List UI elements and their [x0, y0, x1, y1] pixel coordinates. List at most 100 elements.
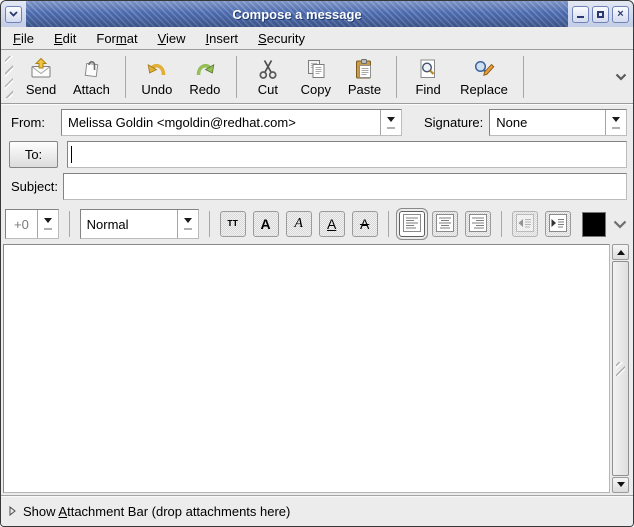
send-button[interactable]: Send: [18, 55, 64, 99]
align-right-button[interactable]: [465, 211, 491, 237]
indent-button[interactable]: [545, 211, 571, 237]
toolbar-grip[interactable]: [5, 56, 13, 98]
attachment-bar-expander[interactable]: Show Attachment Bar (drop attachments he…: [1, 495, 633, 526]
find-button[interactable]: Find: [405, 55, 451, 99]
chevron-down-icon: [613, 220, 627, 229]
format-separator: [209, 211, 210, 237]
menu-bar: File Edit Format View Insert Security: [1, 27, 633, 50]
menu-format[interactable]: Format: [88, 29, 145, 48]
menu-file[interactable]: File: [5, 29, 42, 48]
cut-icon: [256, 57, 280, 81]
scrollbar-thumb[interactable]: [612, 261, 629, 476]
toolbar-separator: [236, 56, 237, 98]
toolbar-overflow-button[interactable]: [613, 71, 629, 83]
from-row: From: Melissa Goldin <mgoldin@redhat.com…: [5, 109, 629, 136]
minimize-icon: [577, 16, 584, 18]
italic-button[interactable]: A: [286, 211, 312, 237]
paragraph-style-select[interactable]: Normal: [80, 209, 199, 239]
typewriter-button[interactable]: TT: [220, 211, 246, 237]
window-menu-area: [1, 1, 26, 27]
scroll-down-button[interactable]: [612, 477, 629, 493]
find-icon: [416, 57, 440, 81]
cut-button[interactable]: Cut: [245, 55, 291, 99]
close-button[interactable]: ×: [612, 6, 629, 23]
paste-icon: [352, 57, 376, 81]
copy-icon: [304, 57, 328, 81]
paste-label: Paste: [348, 82, 381, 97]
window-menu-button[interactable]: [5, 6, 22, 23]
arrow-down-icon: [617, 482, 625, 491]
undo-icon: [145, 57, 169, 81]
menu-edit[interactable]: Edit: [46, 29, 84, 48]
redo-icon: [193, 57, 217, 81]
minimize-button[interactable]: [572, 6, 589, 23]
undo-button[interactable]: Undo: [134, 55, 180, 99]
scroll-up-button[interactable]: [612, 244, 629, 260]
attach-button[interactable]: Attach: [66, 55, 117, 99]
font-size-select[interactable]: +0: [5, 209, 59, 239]
to-button[interactable]: To:: [9, 141, 58, 168]
menu-security[interactable]: Security: [250, 29, 313, 48]
signature-value: None: [490, 110, 605, 135]
signature-label: Signature:: [418, 115, 483, 130]
from-label: From:: [5, 115, 61, 130]
title-bar[interactable]: Compose a message ×: [1, 1, 633, 27]
toolbar-separator: [125, 56, 126, 98]
maximize-button[interactable]: [592, 6, 609, 23]
paste-button[interactable]: Paste: [341, 55, 388, 99]
window-menu-chevron-icon: [9, 11, 18, 17]
align-left-icon: [402, 213, 422, 236]
to-input[interactable]: [68, 142, 626, 167]
from-select[interactable]: Melissa Goldin <mgoldin@redhat.com>: [61, 109, 402, 136]
align-left-button[interactable]: [399, 211, 425, 237]
cut-label: Cut: [258, 82, 278, 97]
menu-insert[interactable]: Insert: [198, 29, 247, 48]
menu-view[interactable]: View: [150, 29, 194, 48]
underline-button[interactable]: A: [319, 211, 345, 237]
to-row: To:: [5, 141, 629, 168]
message-headers: From: Melissa Goldin <mgoldin@redhat.com…: [1, 104, 633, 204]
align-center-icon: [435, 213, 455, 236]
style-dropdown-arrow-icon[interactable]: [177, 210, 198, 238]
signature-select[interactable]: None: [489, 109, 627, 136]
replace-label: Replace: [460, 82, 508, 97]
unindent-button: [512, 211, 538, 237]
main-toolbar: Send Attach Undo: [1, 50, 633, 104]
font-size-value: +0: [6, 210, 37, 238]
copy-button[interactable]: Copy: [293, 55, 339, 99]
format-overflow-button[interactable]: [613, 220, 629, 229]
from-dropdown-arrow-icon[interactable]: [380, 110, 401, 135]
attach-label: Attach: [73, 82, 110, 97]
indent-icon: [548, 213, 568, 236]
subject-input[interactable]: [64, 174, 626, 199]
align-right-icon: [468, 213, 488, 236]
bold-button[interactable]: A: [253, 211, 279, 237]
window-title: Compose a message: [232, 7, 361, 22]
message-body-area: [3, 244, 629, 493]
title-bar-drag-area[interactable]: Compose a message: [26, 1, 568, 27]
font-size-dropdown-arrow-icon[interactable]: [37, 210, 58, 238]
window-controls: ×: [568, 1, 633, 27]
copy-label: Copy: [301, 82, 331, 97]
expander-triangle-icon: [9, 504, 16, 519]
message-body-editor[interactable]: [3, 244, 610, 493]
send-icon: [29, 57, 53, 81]
toolbar-separator: [523, 56, 524, 98]
redo-label: Redo: [189, 82, 220, 97]
subject-label: Subject:: [5, 179, 63, 194]
scrollbar-grip-icon: [616, 362, 625, 376]
format-separator: [501, 211, 502, 237]
compose-window: Compose a message × File Edit Format Vie…: [0, 0, 634, 527]
signature-dropdown-arrow-icon[interactable]: [605, 110, 626, 135]
text-color-swatch[interactable]: [582, 212, 606, 237]
strikethrough-button[interactable]: A: [352, 211, 378, 237]
align-center-button[interactable]: [432, 211, 458, 237]
send-label: Send: [26, 82, 56, 97]
redo-button[interactable]: Redo: [182, 55, 228, 99]
format-separator: [388, 211, 389, 237]
subject-field-wrap: [63, 173, 627, 200]
to-field-wrap: [67, 141, 627, 168]
replace-button[interactable]: Replace: [453, 55, 515, 99]
from-value: Melissa Goldin <mgoldin@redhat.com>: [62, 110, 380, 135]
find-label: Find: [415, 82, 440, 97]
